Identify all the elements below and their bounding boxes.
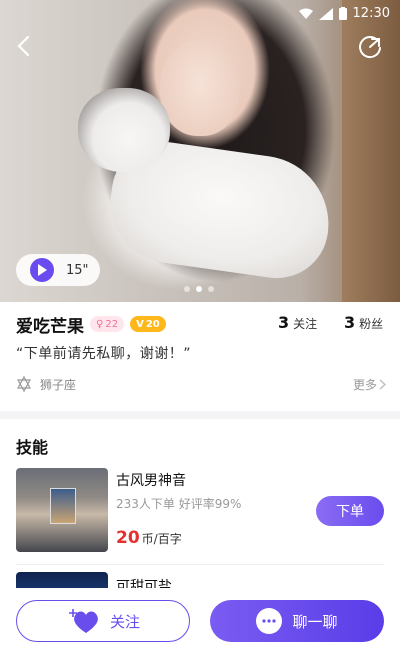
share-icon bbox=[359, 36, 381, 59]
card-divider bbox=[16, 564, 384, 565]
carousel-dot bbox=[208, 286, 214, 292]
skill-name: 古风男神音 bbox=[116, 473, 186, 489]
level-badge: V 20 bbox=[130, 316, 166, 332]
heart-plus-icon bbox=[68, 609, 98, 633]
battery-icon bbox=[338, 7, 347, 20]
bottom-action-bar: 关注 聊一聊 bbox=[0, 588, 400, 660]
chat-bubble-icon bbox=[256, 608, 283, 634]
voice-duration: 15" bbox=[66, 262, 89, 278]
skills-section-title: 技能 bbox=[16, 438, 49, 457]
carousel-dot bbox=[184, 286, 190, 292]
thumbnail-poster bbox=[50, 488, 76, 524]
following-count[interactable]: 3 关注 bbox=[278, 313, 317, 332]
cell-signal-icon bbox=[318, 7, 333, 20]
play-icon bbox=[30, 258, 54, 282]
price-value: 20 bbox=[116, 528, 140, 548]
price-unit: 币/百字 bbox=[141, 532, 182, 546]
skill-stats: 233人下单 好评率99% bbox=[116, 497, 242, 511]
follow-button[interactable]: 关注 bbox=[16, 600, 190, 642]
photo-cat-head bbox=[78, 88, 170, 172]
chevron-right-icon bbox=[379, 379, 386, 390]
photo-subject-face bbox=[160, 40, 240, 136]
zodiac-label: 狮子座 bbox=[40, 377, 77, 392]
voice-intro-player[interactable]: 15" bbox=[16, 254, 100, 286]
female-icon: ♀ bbox=[96, 318, 104, 330]
carousel-indicator bbox=[184, 286, 214, 292]
wifi-icon bbox=[298, 8, 313, 19]
skill-card[interactable]: 古风男神音 233人下单 好评率99% 20 币/百字 下单 bbox=[16, 468, 384, 554]
skill-price: 20 币/百字 bbox=[116, 528, 182, 548]
status-time: 12:30 bbox=[352, 6, 390, 21]
more-link[interactable]: 更多 bbox=[353, 376, 386, 393]
chevron-left-icon bbox=[17, 35, 30, 57]
fans-count[interactable]: 3 粉丝 bbox=[344, 313, 383, 332]
profile-header: 爱吃芒果 ♀ 22 V 20 3 关注 3 粉丝 bbox=[16, 313, 384, 337]
back-button[interactable] bbox=[10, 33, 36, 59]
user-signature: “下单前请先私聊，谢谢！” bbox=[16, 346, 192, 362]
gender-age-badge: ♀ 22 bbox=[90, 316, 125, 332]
skill-thumbnail bbox=[16, 468, 108, 552]
status-bar: 12:30 bbox=[298, 6, 390, 21]
user-name: 爱吃芒果 bbox=[16, 316, 84, 337]
v-icon: V bbox=[136, 318, 144, 330]
profile-photo-carousel[interactable]: 12:30 15" bbox=[0, 0, 400, 302]
chat-label: 聊一聊 bbox=[292, 612, 338, 631]
section-divider bbox=[0, 411, 400, 419]
chat-button[interactable]: 聊一聊 bbox=[210, 600, 384, 642]
share-button[interactable] bbox=[358, 33, 384, 59]
star-of-david-icon bbox=[16, 376, 32, 392]
order-button[interactable]: 下单 bbox=[316, 496, 384, 526]
carousel-dot-active bbox=[196, 286, 202, 292]
follow-label: 关注 bbox=[109, 612, 140, 631]
zodiac-row: 狮子座 更多 bbox=[16, 374, 386, 394]
